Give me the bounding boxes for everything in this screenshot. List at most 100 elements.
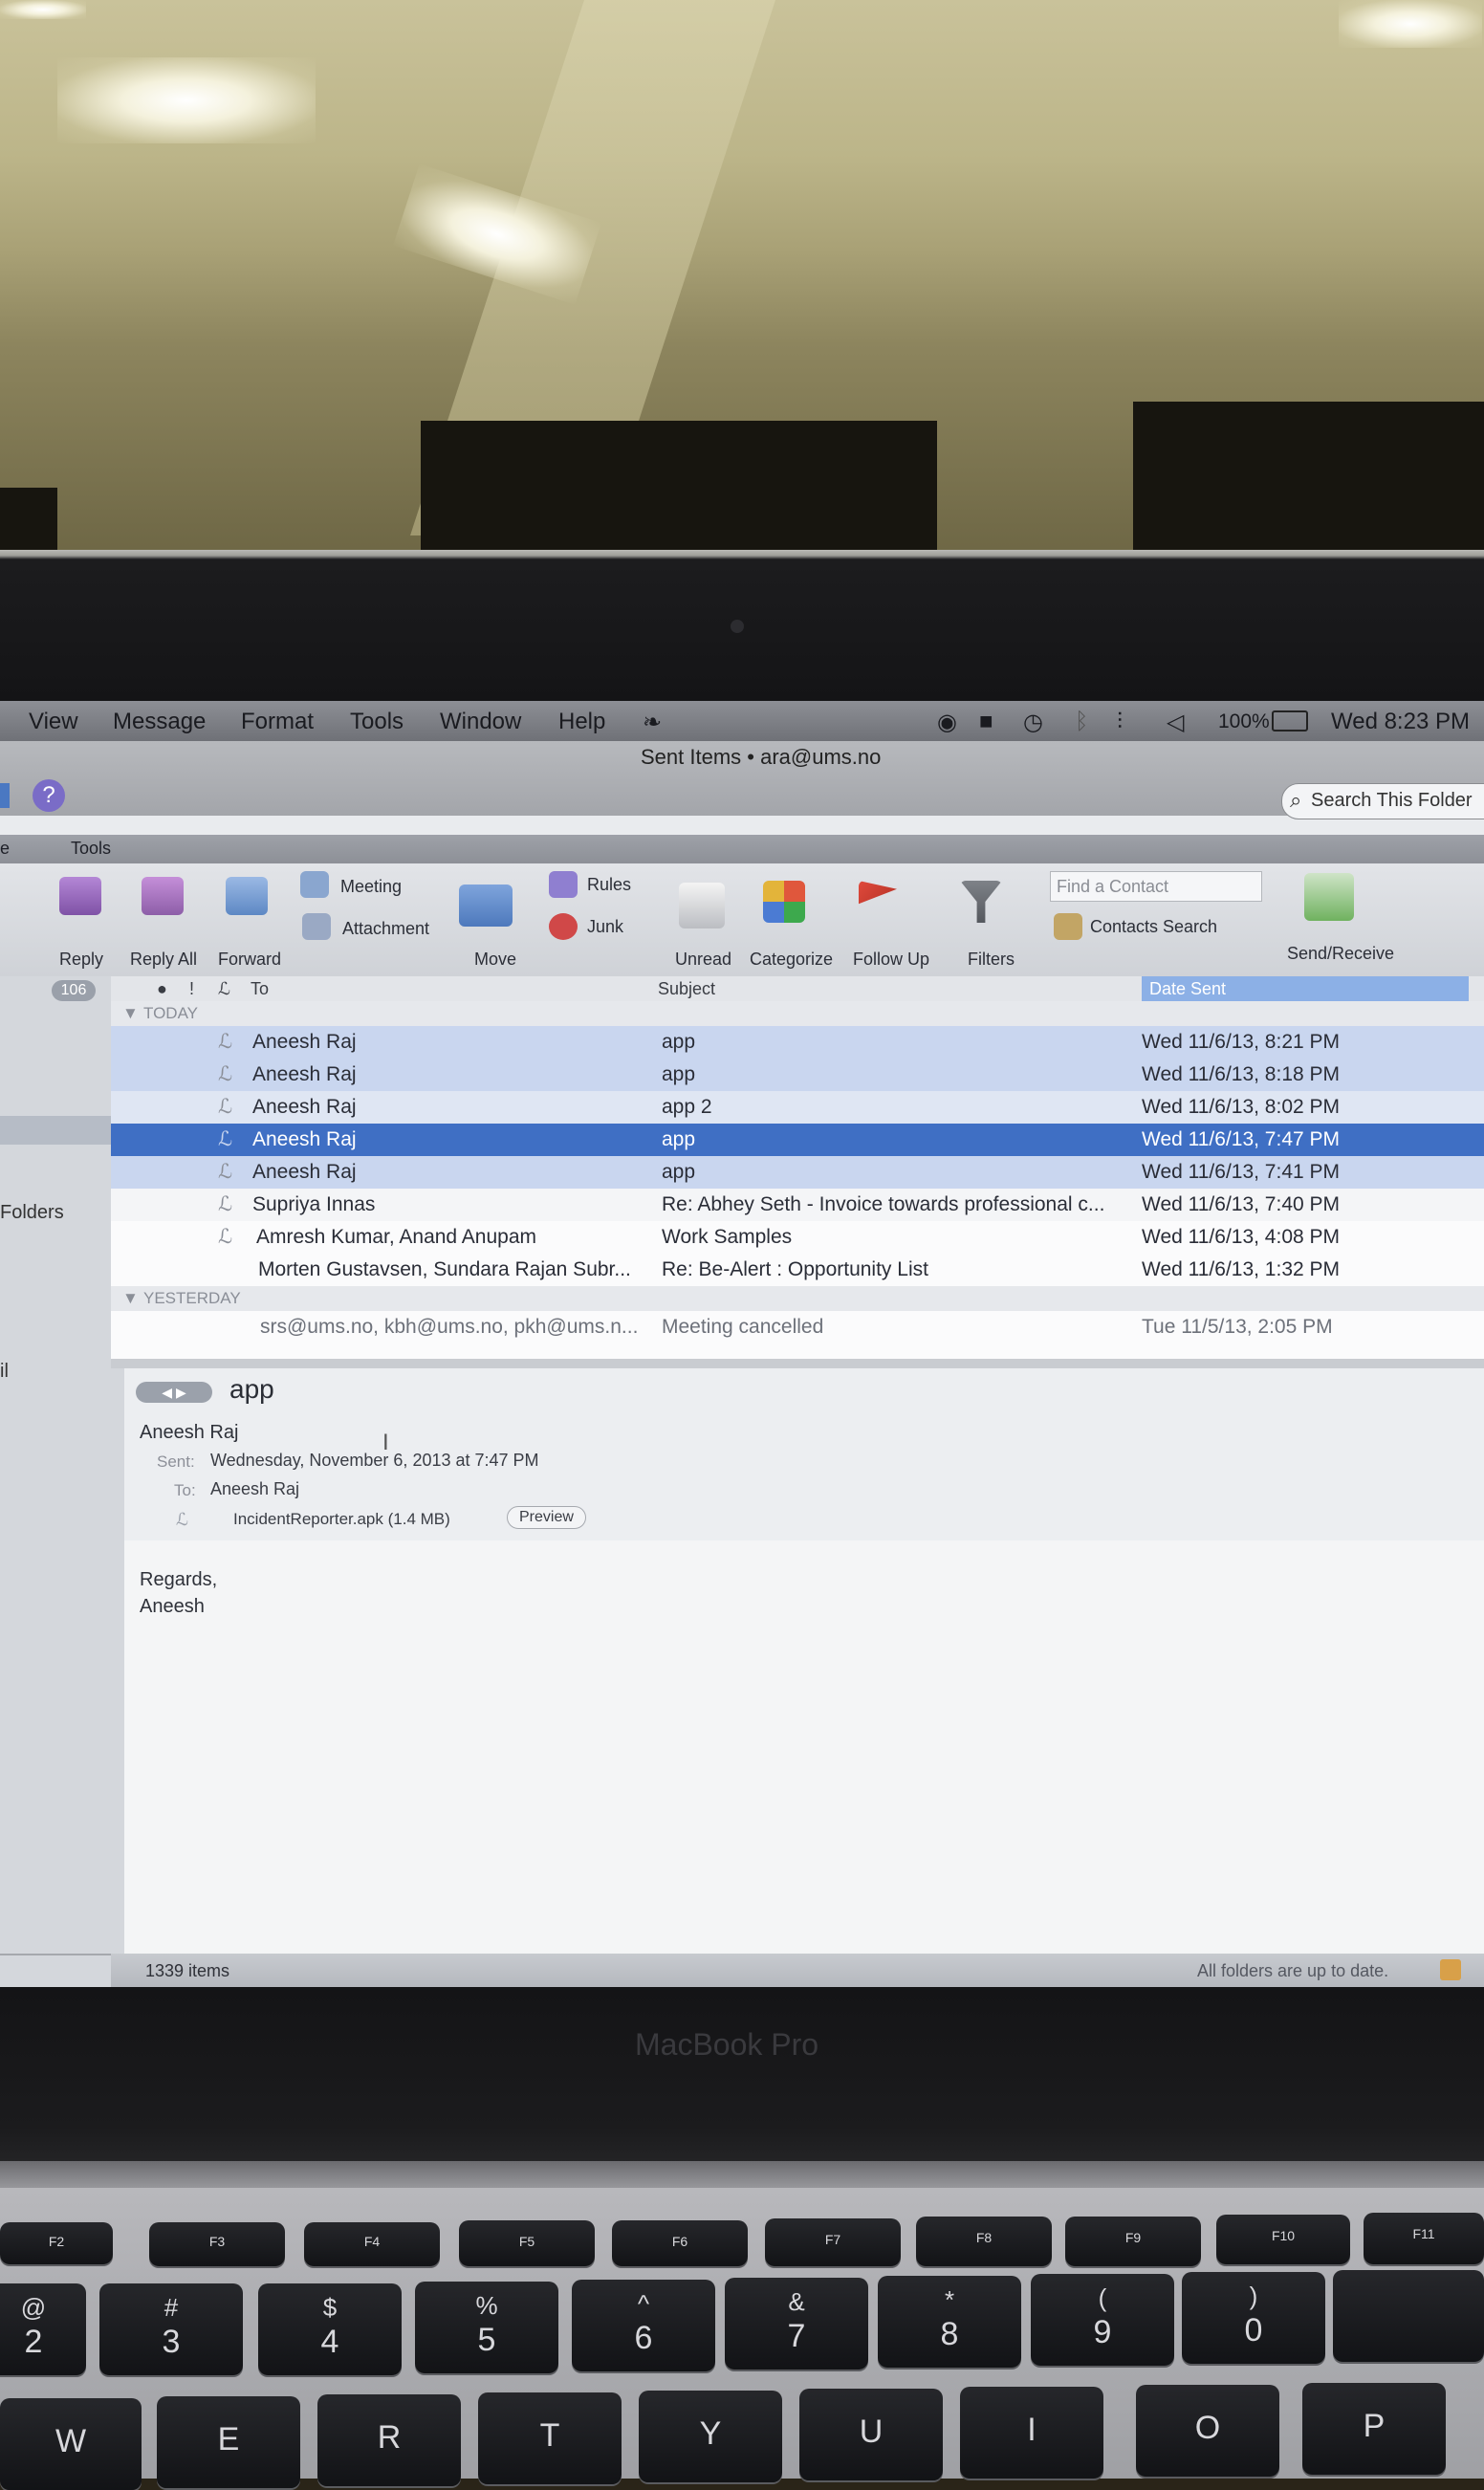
list-pane-divider[interactable] — [111, 1359, 1484, 1368]
key-minus[interactable] — [1333, 2270, 1484, 2362]
help-icon[interactable]: ? — [33, 779, 65, 812]
key-e[interactable]: E — [157, 2396, 300, 2488]
key-f9[interactable]: F9 — [1065, 2217, 1201, 2266]
key-p[interactable]: P — [1302, 2383, 1446, 2475]
key-f8[interactable]: F8 — [916, 2217, 1052, 2266]
key-f3[interactable]: F3 — [149, 2222, 285, 2266]
filters-button[interactable]: Filters — [968, 950, 1015, 970]
status-icon[interactable]: ■ — [979, 709, 993, 735]
menu-clock[interactable]: Wed 8:23 PM — [1331, 709, 1470, 735]
reply-all-button[interactable]: Reply All — [130, 950, 197, 970]
key-f11[interactable]: F11 — [1364, 2213, 1484, 2264]
column-date-sent[interactable]: Date Sent — [1142, 976, 1469, 1001]
menu-message[interactable]: Message — [113, 709, 206, 735]
rules-button[interactable]: Rules — [587, 875, 631, 895]
reply-all-icon[interactable] — [142, 877, 184, 915]
table-row[interactable]: ℒ Aneesh Raj app 2 Wed 11/6/13, 8:02 PM — [111, 1091, 1484, 1124]
filters-icon[interactable] — [960, 881, 1002, 923]
key-f10[interactable]: F10 — [1216, 2215, 1350, 2264]
forward-icon[interactable] — [226, 877, 268, 915]
attachment-file[interactable]: IncidentReporter.apk (1.4 MB) — [233, 1510, 450, 1529]
rules-icon[interactable] — [549, 871, 578, 898]
nav-arrows-icon[interactable]: ◀ ▶ — [136, 1382, 212, 1403]
forward-button[interactable]: Forward — [218, 950, 281, 970]
junk-icon[interactable] — [549, 913, 578, 940]
key-7[interactable]: & 7 — [725, 2278, 868, 2370]
globe-icon[interactable]: ◉ — [937, 709, 957, 736]
key-f7[interactable]: F7 — [765, 2218, 901, 2266]
menu-tools[interactable]: Tools — [350, 709, 404, 735]
reply-icon[interactable] — [59, 877, 101, 915]
group-header-today[interactable]: ▼ TODAY — [111, 1001, 1484, 1026]
categorize-button[interactable]: Categorize — [750, 950, 833, 970]
tab-tools[interactable]: Tools — [71, 839, 111, 859]
contacts-search-icon[interactable] — [1054, 913, 1082, 940]
tab-partial[interactable]: e — [0, 839, 10, 859]
table-row[interactable]: ℒ Amresh Kumar, Anand Anupam Work Sample… — [111, 1221, 1484, 1254]
meeting-icon[interactable] — [300, 871, 329, 898]
status-dot-icon[interactable]: ● — [157, 976, 167, 1001]
key-3[interactable]: #3 — [99, 2283, 243, 2375]
categorize-icon[interactable] — [763, 881, 805, 923]
table-row[interactable]: srs@ums.no, kbh@ums.no, pkh@ums.n... Mee… — [111, 1311, 1484, 1343]
menu-window[interactable]: Window — [440, 709, 521, 735]
key-6[interactable]: ^ 6 — [572, 2280, 715, 2371]
key-o[interactable]: O — [1136, 2385, 1279, 2477]
search-folder-input[interactable]: ⌕ Search This Folder — [1281, 783, 1484, 819]
meeting-button[interactable]: Meeting — [340, 877, 402, 897]
junk-button[interactable]: Junk — [587, 917, 623, 937]
sidebar-item-selected[interactable] — [0, 1116, 128, 1145]
key-2[interactable]: @2 — [0, 2283, 86, 2375]
column-subject[interactable]: Subject — [658, 976, 715, 1001]
reply-button[interactable]: Reply — [59, 950, 103, 970]
wifi-icon[interactable]: ⫶ — [1117, 709, 1123, 735]
column-to[interactable]: To — [251, 976, 269, 1001]
table-row[interactable]: ℒ Supriya Innas Re: Abhey Seth - Invoice… — [111, 1189, 1484, 1221]
priority-icon[interactable]: ! — [189, 976, 194, 1001]
move-icon[interactable] — [459, 885, 513, 927]
table-row[interactable]: ℒ Aneesh Raj app Wed 11/6/13, 8:18 PM — [111, 1059, 1484, 1091]
key-y[interactable]: Y — [639, 2391, 782, 2482]
table-row[interactable]: ℒ Aneesh Raj app Wed 11/6/13, 8:21 PM — [111, 1026, 1484, 1059]
send-receive-button[interactable]: Send/Receive — [1287, 944, 1394, 964]
time-machine-icon[interactable]: ◷ — [1023, 709, 1043, 736]
key-u[interactable]: U — [799, 2389, 943, 2480]
key-f6[interactable]: F6 — [612, 2220, 748, 2266]
key-i[interactable]: I — [960, 2387, 1103, 2479]
script-icon[interactable]: ❧ — [643, 709, 662, 736]
table-row-selected[interactable]: ℒ Aneesh Raj app Wed 11/6/13, 7:47 PM — [111, 1124, 1484, 1156]
attachment-col-icon[interactable]: ℒ — [218, 976, 230, 1001]
sidebar-folders-label[interactable]: Folders — [0, 1202, 64, 1224]
follow-up-button[interactable]: Follow Up — [853, 950, 929, 970]
contacts-search-button[interactable]: Contacts Search — [1090, 917, 1217, 937]
menu-view[interactable]: View — [29, 709, 78, 735]
move-button[interactable]: Move — [474, 950, 516, 970]
battery-icon[interactable] — [1272, 710, 1308, 732]
key-8[interactable]: * 8 — [878, 2276, 1021, 2368]
toolbar-edge-icon[interactable] — [0, 783, 10, 808]
key-f4[interactable]: F4 — [304, 2222, 440, 2266]
key-f5[interactable]: F5 — [459, 2220, 595, 2266]
attachment-icon[interactable] — [302, 913, 331, 940]
bluetooth-icon[interactable]: ᛒ — [1075, 709, 1088, 735]
key-r[interactable]: R — [317, 2394, 461, 2486]
key-5[interactable]: % 5 — [415, 2282, 558, 2373]
table-row[interactable]: ℒ Aneesh Raj app Wed 11/6/13, 7:41 PM — [111, 1156, 1484, 1189]
group-header-yesterday[interactable]: ▼ YESTERDAY — [111, 1286, 1484, 1311]
key-9[interactable]: (9 — [1031, 2274, 1174, 2366]
menu-help[interactable]: Help — [558, 709, 605, 735]
battery-percent[interactable]: 100% — [1218, 710, 1270, 733]
key-w[interactable]: W — [0, 2398, 142, 2490]
key-t[interactable]: T — [478, 2392, 622, 2484]
find-contact-input[interactable]: Find a Contact — [1050, 871, 1262, 902]
key-f2[interactable]: F2 — [0, 2222, 113, 2264]
unread-button[interactable]: Unread — [675, 950, 731, 970]
table-row[interactable]: Morten Gustavsen, Sundara Rajan Subr... … — [111, 1254, 1484, 1286]
volume-icon[interactable]: ◁ — [1167, 709, 1184, 736]
preview-button[interactable]: Preview — [507, 1506, 586, 1529]
follow-up-flag-icon[interactable] — [859, 881, 897, 905]
message-from[interactable]: Aneesh Raj — [140, 1422, 238, 1444]
sidebar-il-label[interactable]: il — [0, 1361, 9, 1383]
key-0[interactable]: ) 0 — [1182, 2272, 1325, 2364]
menu-format[interactable]: Format — [241, 709, 314, 735]
